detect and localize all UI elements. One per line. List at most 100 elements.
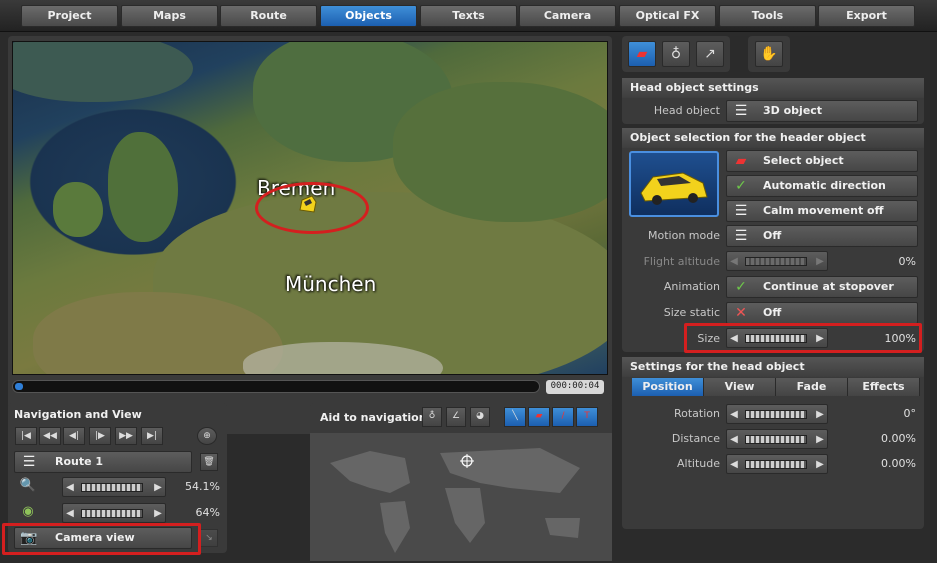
nav-rewind-icon[interactable]: ◀◀ bbox=[39, 427, 61, 445]
rotation-slider-track[interactable] bbox=[745, 410, 807, 419]
motion-mode-label: Motion mode bbox=[648, 229, 720, 242]
chevron-right-icon[interactable]: ▶ bbox=[815, 458, 825, 472]
head-object-select-button[interactable]: ☰ 3D object bbox=[726, 100, 918, 122]
yellow-car-icon bbox=[640, 172, 708, 205]
size-static-value: Off bbox=[763, 306, 782, 319]
select-object-label: Select object bbox=[763, 154, 844, 167]
pointer-object-type-icon[interactable]: ↗ bbox=[696, 41, 724, 67]
chevron-left-icon[interactable]: ◀ bbox=[729, 408, 739, 422]
motion-mode-value: Off bbox=[763, 229, 782, 242]
navigation-panel-title: Navigation and View bbox=[14, 408, 142, 421]
automatic-direction-button[interactable]: ✓ Automatic direction bbox=[726, 175, 918, 197]
calm-movement-button[interactable]: ☰ Calm movement off bbox=[726, 200, 918, 222]
object-preview[interactable] bbox=[629, 151, 719, 217]
menu-export[interactable]: Export bbox=[818, 5, 915, 27]
select-object-button[interactable]: ▰ Select object bbox=[726, 150, 918, 172]
main-menu-bar: Project Maps Route Objects Texts Camera … bbox=[0, 0, 937, 32]
menu-camera[interactable]: Camera bbox=[519, 5, 616, 27]
zoom-slider-track[interactable] bbox=[81, 483, 143, 492]
altitude-slider-track[interactable] bbox=[745, 460, 807, 469]
car-object-icon[interactable] bbox=[296, 192, 320, 216]
nav-target-icon[interactable]: ⊕ bbox=[197, 427, 217, 445]
menu-texts[interactable]: Texts bbox=[420, 5, 517, 27]
timeline-bar[interactable] bbox=[12, 380, 540, 393]
tilt-slider-track[interactable] bbox=[81, 509, 143, 518]
tab-position[interactable]: Position bbox=[632, 378, 704, 396]
distance-slider[interactable]: ◀ ▶ bbox=[726, 429, 828, 449]
list-icon: ☰ bbox=[734, 203, 748, 219]
menu-maps[interactable]: Maps bbox=[121, 5, 218, 27]
distance-value: 0.00% bbox=[881, 432, 916, 445]
timeline-position[interactable] bbox=[15, 383, 23, 390]
tab-fade[interactable]: Fade bbox=[776, 378, 848, 396]
nav-step-back-icon[interactable]: ◀| bbox=[63, 427, 85, 445]
nav-step-forward-icon[interactable]: |▶ bbox=[89, 427, 111, 445]
nav-first-icon[interactable]: |◀ bbox=[15, 427, 37, 445]
chevron-right-icon[interactable]: ▶ bbox=[815, 433, 825, 447]
motion-mode-select[interactable]: ☰ Off bbox=[726, 225, 918, 247]
head-object-value: 3D object bbox=[763, 104, 823, 117]
list-icon: ☰ bbox=[22, 454, 36, 470]
nav-forward-icon[interactable]: ▶▶ bbox=[115, 427, 137, 445]
pin-icon[interactable]: / bbox=[552, 407, 574, 427]
car-icon: ▰ bbox=[735, 153, 747, 169]
altitude-label: Altitude bbox=[677, 457, 720, 470]
menu-optical-fx[interactable]: Optical FX bbox=[619, 5, 716, 27]
minimap-north-america bbox=[330, 451, 410, 493]
chevron-left-icon[interactable]: ◀ bbox=[65, 481, 75, 495]
land-britain bbox=[108, 132, 178, 242]
angle-icon[interactable]: ∠ bbox=[446, 407, 466, 427]
route-select-button[interactable]: ☰ Route 1 bbox=[14, 451, 192, 473]
menu-objects[interactable]: Objects bbox=[320, 5, 417, 27]
car-icon[interactable]: ▰ bbox=[528, 407, 550, 427]
city-label-muenchen: München bbox=[285, 272, 377, 296]
size-static-toggle[interactable]: ✕ Off bbox=[726, 302, 918, 324]
chevron-right-icon[interactable]: ▶ bbox=[153, 507, 163, 521]
tab-view[interactable]: View bbox=[704, 378, 776, 396]
head-settings-panel: Settings for the head object Position Vi… bbox=[622, 357, 924, 529]
chevron-left-icon[interactable]: ◀ bbox=[65, 507, 75, 521]
nav-last-icon[interactable]: ▶| bbox=[141, 427, 163, 445]
chevron-left-icon[interactable]: ◀ bbox=[729, 458, 739, 472]
camera-extra-icon[interactable]: ↘ bbox=[200, 529, 218, 547]
flight-altitude-label: Flight altitude bbox=[643, 255, 720, 268]
animation-label: Animation bbox=[663, 280, 720, 293]
tilt-icon: ◉ bbox=[22, 504, 34, 519]
chevron-right-icon[interactable]: ▶ bbox=[815, 408, 825, 422]
chevron-left-icon[interactable]: ◀ bbox=[729, 433, 739, 447]
timecode-display: 000:00:04 bbox=[546, 380, 604, 394]
flight-altitude-track[interactable] bbox=[745, 257, 807, 266]
size-highlight bbox=[684, 323, 922, 353]
rotation-slider[interactable]: ◀ ▶ bbox=[726, 404, 828, 424]
menu-route[interactable]: Route bbox=[220, 5, 317, 27]
route-line-icon[interactable]: ╲ bbox=[504, 407, 526, 427]
checkmark-icon: ✓ bbox=[735, 178, 747, 194]
trash-icon[interactable]: 🗑 bbox=[200, 453, 218, 471]
menu-project[interactable]: Project bbox=[21, 5, 118, 27]
world-minimap[interactable] bbox=[310, 433, 612, 561]
chevron-right-icon[interactable]: ▶ bbox=[815, 255, 825, 269]
menu-tools[interactable]: Tools bbox=[719, 5, 816, 27]
animation-value: Continue at stopover bbox=[763, 280, 894, 293]
zoom-slider[interactable]: ◀ ▶ bbox=[62, 477, 166, 497]
tilt-slider[interactable]: ◀ ▶ bbox=[62, 503, 166, 523]
distance-slider-track[interactable] bbox=[745, 435, 807, 444]
tab-effects[interactable]: Effects bbox=[848, 378, 920, 396]
minimap-australia bbox=[545, 518, 580, 538]
car-object-type-icon[interactable]: ▰ bbox=[628, 41, 656, 67]
pin-object-type-icon[interactable]: ♁ bbox=[662, 41, 690, 67]
hand-pointer-icon[interactable]: ✋ bbox=[755, 41, 783, 67]
chevron-right-icon[interactable]: ▶ bbox=[153, 481, 163, 495]
tilt-value: 64% bbox=[195, 506, 220, 519]
flight-altitude-slider[interactable]: ◀ ▶ bbox=[726, 251, 828, 271]
chevron-left-icon[interactable]: ◀ bbox=[729, 255, 739, 269]
balloon-icon[interactable]: ♁ bbox=[422, 407, 442, 427]
size-static-label: Size static bbox=[663, 306, 720, 319]
land-east bbox=[393, 82, 607, 222]
altitude-slider[interactable]: ◀ ▶ bbox=[726, 454, 828, 474]
text-icon[interactable]: T bbox=[576, 407, 598, 427]
object-selection-panel: Object selection for the header object ▰… bbox=[622, 128, 924, 352]
globe-icon[interactable]: ◕ bbox=[470, 407, 490, 427]
animation-select[interactable]: ✓ Continue at stopover bbox=[726, 276, 918, 298]
flight-altitude-value: 0% bbox=[898, 255, 916, 268]
